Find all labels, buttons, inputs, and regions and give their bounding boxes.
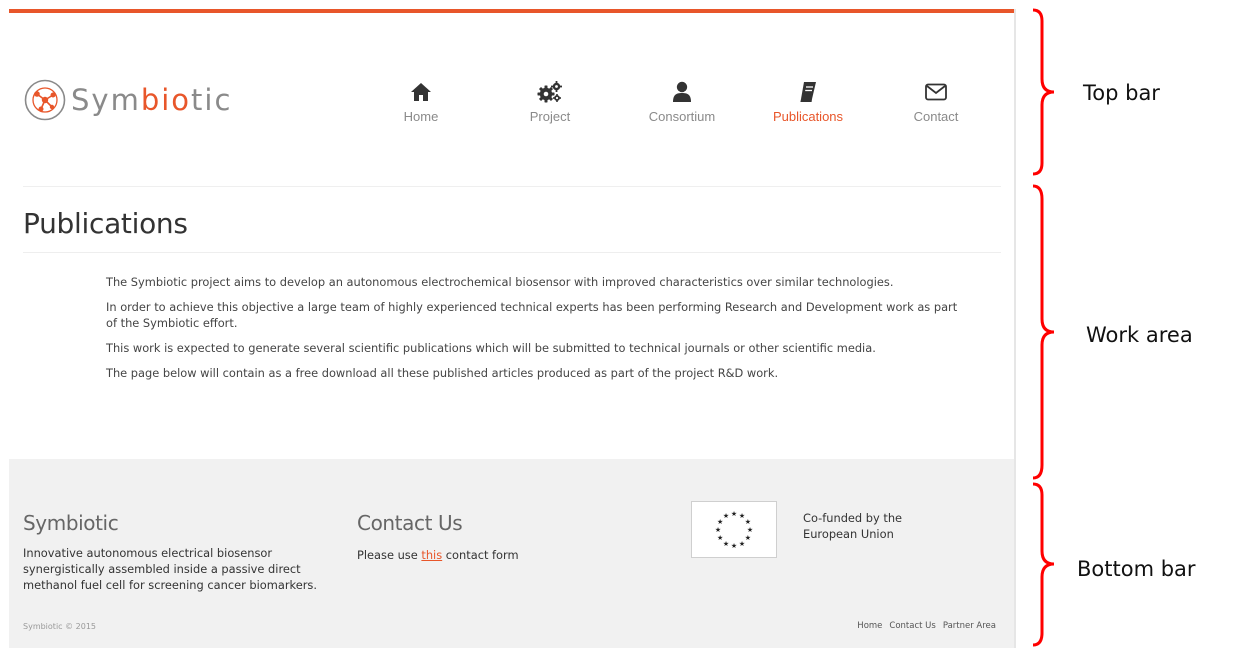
nav-project[interactable]: Project xyxy=(495,79,605,124)
nav-home[interactable]: Home xyxy=(366,79,476,124)
contact-prefix: Please use xyxy=(357,548,422,562)
cogs-icon xyxy=(495,79,605,105)
user-icon xyxy=(627,79,737,105)
nav-publications[interactable]: Publications xyxy=(753,79,863,124)
nav-consortium-label: Consortium xyxy=(648,109,716,124)
nav-contact-label: Contact xyxy=(913,109,959,124)
eu-star: ★ xyxy=(745,518,751,526)
paragraph-expected: This work is expected to generate severa… xyxy=(106,341,876,355)
nav-consortium[interactable]: Consortium xyxy=(627,79,737,124)
content-body: The Symbiotic project aims to develop an… xyxy=(106,274,966,390)
logo-wordmark: Symbiotic xyxy=(71,83,232,117)
footer-contact-title: Contact Us xyxy=(357,511,463,535)
logo-prefix: Sym xyxy=(71,83,141,117)
symbiotic-logo-icon xyxy=(24,79,66,121)
eu-star: ★ xyxy=(715,526,721,534)
nav-contact[interactable]: Contact xyxy=(881,79,991,124)
envelope-icon xyxy=(881,79,991,105)
page-frame: Symbiotic Home Project Consortium Public… xyxy=(9,9,1016,648)
paragraph-download: The page below will contain as a free do… xyxy=(106,366,779,380)
page-title: Publications xyxy=(23,207,188,240)
top-bar-label: Top bar xyxy=(1083,81,1160,105)
eu-flag-icon: ★ ★ ★ ★ ★ ★ ★ ★ ★ ★ ★ ★ xyxy=(691,501,777,558)
paragraph-objective: In order to achieve this objective a lar… xyxy=(106,300,958,330)
title-divider xyxy=(23,252,1001,253)
header-divider xyxy=(23,186,1001,187)
home-icon xyxy=(366,79,476,105)
contact-form-link[interactable]: this xyxy=(421,548,442,562)
eu-star: ★ xyxy=(745,534,751,542)
site-logo[interactable]: Symbiotic xyxy=(23,77,232,123)
work-area-label: Work area xyxy=(1086,323,1193,347)
footer-brand-text: Innovative autonomous electrical biosens… xyxy=(23,546,317,592)
eu-star: ★ xyxy=(723,512,729,520)
eu-star: ★ xyxy=(731,542,737,550)
eu-star: ★ xyxy=(739,540,745,548)
footer-link-partner-area[interactable]: Partner Area xyxy=(943,621,996,631)
copyright: Symbiotic © 2015 xyxy=(23,622,97,631)
eu-star: ★ xyxy=(717,534,723,542)
footer-links: Home Contact Us Partner Area xyxy=(857,621,996,631)
book-icon xyxy=(753,79,863,105)
footer-brand-title: Symbiotic xyxy=(23,511,119,535)
footer-link-contact-us[interactable]: Contact Us xyxy=(889,621,935,631)
top-bar-brace xyxy=(1032,8,1055,176)
footer: Symbiotic Innovative autonomous electric… xyxy=(9,459,1014,648)
eu-star: ★ xyxy=(747,526,753,534)
logo-suffix: tic xyxy=(191,83,233,117)
contact-suffix: contact form xyxy=(442,548,519,562)
work-area-brace xyxy=(1032,184,1055,480)
nav-project-label: Project xyxy=(529,109,571,124)
logo-bio: bio xyxy=(140,83,192,117)
footer-link-home[interactable]: Home xyxy=(857,621,882,631)
bottom-bar-label: Bottom bar xyxy=(1077,557,1196,581)
bottom-bar-brace xyxy=(1032,482,1055,647)
top-accent-rule xyxy=(9,9,1014,13)
eu-star: ★ xyxy=(731,510,737,518)
footer-contact-text: Please use this contact form xyxy=(357,547,519,563)
eu-star: ★ xyxy=(723,540,729,548)
paragraph-intro: The Symbiotic project aims to develop an… xyxy=(106,275,894,289)
eu-funding-text: Co-funded by the European Union xyxy=(803,511,903,541)
nav-home-label: Home xyxy=(403,109,439,124)
nav-publications-label: Publications xyxy=(772,109,844,124)
